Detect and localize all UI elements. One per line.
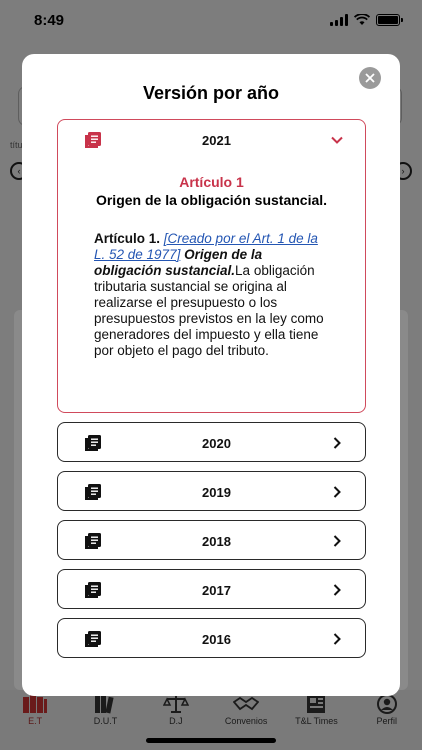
- article-title: Artículo 1: [179, 174, 244, 190]
- background-label: títu: [10, 140, 23, 150]
- scales-icon: [162, 694, 189, 714]
- book-stack-icon: [92, 694, 118, 714]
- tab-label: D.U.T: [93, 716, 118, 726]
- tab-tl-times[interactable]: T&L Times: [281, 694, 351, 750]
- year-card-2017[interactable]: 2017: [57, 569, 366, 609]
- year-label: 2019: [202, 484, 231, 500]
- tab-label: E.T: [28, 716, 43, 726]
- year-card-2016[interactable]: 2016: [57, 618, 366, 658]
- tab-dut[interactable]: D.U.T: [70, 694, 140, 750]
- modal-title: Versión por año: [142, 83, 280, 103]
- year-label: 2018: [202, 533, 231, 549]
- newspaper-icon: [303, 694, 329, 714]
- document-icon: [85, 631, 101, 647]
- year-label: 2016: [202, 631, 231, 647]
- signal-icon: [330, 14, 348, 26]
- year-label: 2020: [202, 435, 231, 451]
- year-card-2018[interactable]: 2018: [57, 520, 366, 560]
- article-content: Artículo 1 Origen de la obligación susta…: [58, 160, 365, 359]
- chevron-down-icon: [331, 136, 343, 144]
- article-subtitle: Origen de la obligación sustancial.: [95, 192, 328, 208]
- status-icons: [330, 14, 403, 26]
- year-row-header[interactable]: 2021: [58, 120, 365, 160]
- tab-label: Perfil: [376, 716, 398, 726]
- year-card-2021[interactable]: 2021 Artículo 1 Origen de la obligación …: [57, 119, 366, 413]
- battery-icon: [376, 14, 403, 26]
- version-modal: Versión por año 2021 Artículo 1 Origen d…: [22, 54, 400, 696]
- status-time: 8:49: [34, 11, 65, 29]
- chevron-right-icon: [333, 535, 341, 547]
- year-card-2019[interactable]: 2019: [57, 471, 366, 511]
- books-icon: [22, 694, 48, 714]
- chevron-right-icon: [333, 486, 341, 498]
- chevron-right-icon: [333, 584, 341, 596]
- document-icon: [85, 533, 101, 549]
- status-bar: 8:49: [0, 0, 422, 44]
- home-indicator: [146, 738, 276, 743]
- tab-label: Convenios: [224, 716, 268, 726]
- close-icon: [365, 73, 375, 83]
- year-label: 2021: [202, 132, 231, 148]
- year-label: 2017: [202, 582, 231, 598]
- document-icon: [85, 484, 101, 500]
- tab-label: D.J: [169, 716, 183, 726]
- document-icon: [85, 132, 101, 148]
- tab-et[interactable]: E.T: [0, 694, 70, 750]
- tab-perfil[interactable]: Perfil: [352, 694, 422, 750]
- chevron-right-icon: [333, 633, 341, 645]
- chevron-right-icon: [333, 437, 341, 449]
- document-icon: [85, 435, 101, 451]
- user-icon: [374, 694, 400, 714]
- tab-label: T&L Times: [295, 716, 338, 726]
- document-icon: [85, 582, 101, 598]
- article-text: Artículo 1. [Creado por el Art. 1 de la …: [94, 231, 329, 359]
- article-lead: Artículo 1.: [94, 231, 161, 246]
- wifi-icon: [354, 14, 370, 25]
- year-card-2020[interactable]: 2020: [57, 422, 366, 462]
- handshake-icon: [233, 694, 260, 714]
